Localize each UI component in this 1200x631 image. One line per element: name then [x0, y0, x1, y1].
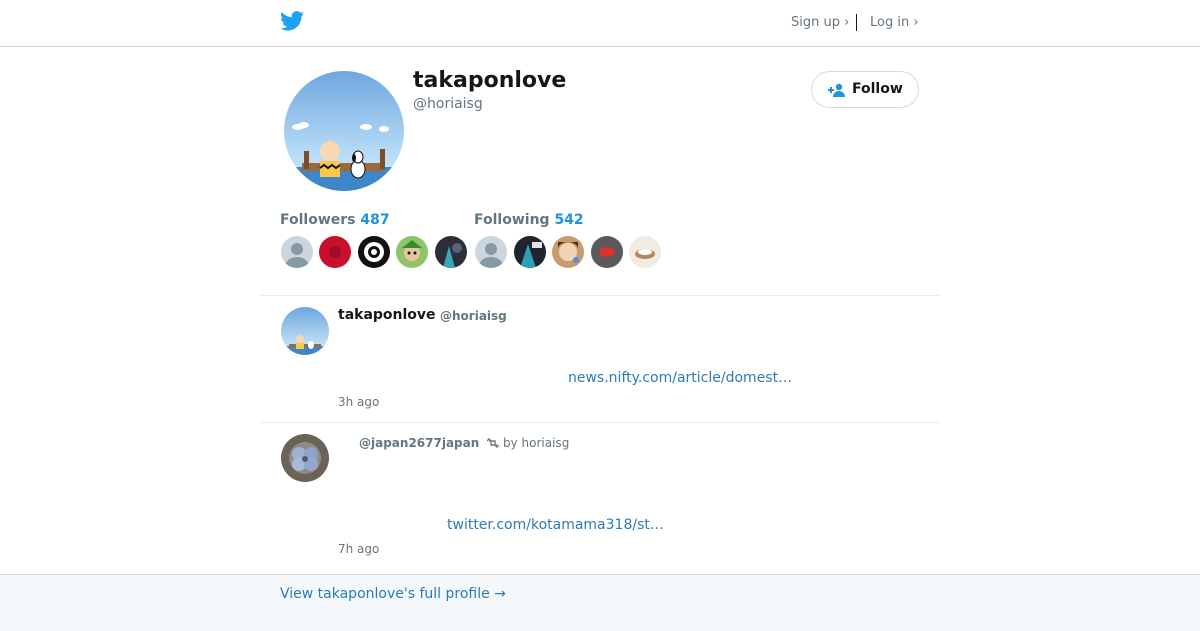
following-avatar[interactable] — [475, 236, 507, 268]
following-avatar[interactable] — [629, 236, 661, 268]
follow-label: Follow — [852, 81, 903, 97]
profile-name: takaponlove — [413, 68, 567, 93]
following-avatar[interactable] — [514, 236, 546, 268]
login-link[interactable]: Log in › — [870, 15, 919, 30]
followers-label: Followers — [280, 212, 356, 228]
view-full-profile-link[interactable]: View takaponlove's full profile → — [280, 586, 506, 602]
followers-stat[interactable]: Followers 487 — [280, 212, 390, 228]
separator — [260, 422, 940, 423]
separator — [260, 295, 940, 296]
follower-avatar[interactable] — [281, 236, 313, 268]
tweet-author-handle[interactable]: @horiaisg — [440, 309, 507, 323]
footer: View takaponlove's full profile → — [0, 574, 1200, 631]
tweet-avatar[interactable] — [281, 307, 329, 355]
following-label: Following — [474, 212, 550, 228]
follower-avatar[interactable] — [358, 236, 390, 268]
follow-button[interactable]: Follow — [811, 71, 919, 108]
retweet-original-handle[interactable]: @japan2677japan — [359, 436, 479, 450]
profile-handle: @horiaisg — [413, 96, 483, 112]
follower-avatar[interactable] — [396, 236, 428, 268]
follower-avatar[interactable] — [435, 236, 467, 268]
signup-link[interactable]: Sign up › — [791, 15, 849, 30]
tweet-link[interactable]: twitter.com/kotamama318/st… — [447, 517, 664, 533]
tweet-timestamp[interactable]: 3h ago — [338, 395, 379, 409]
profile-avatar — [284, 71, 404, 191]
following-stat[interactable]: Following 542 — [474, 212, 584, 228]
followers-count: 487 — [360, 212, 390, 228]
following-avatar[interactable] — [591, 236, 623, 268]
add-person-icon — [828, 83, 845, 97]
retweeted-by: by horiaisg — [503, 436, 570, 450]
follower-avatar[interactable] — [319, 236, 351, 268]
header-divider — [856, 14, 857, 31]
retweet-icon — [487, 438, 499, 448]
tweet-link[interactable]: news.nifty.com/article/domest… — [568, 370, 792, 386]
twitter-bird-icon[interactable] — [280, 11, 304, 31]
tweet-avatar[interactable] — [281, 434, 329, 482]
top-bar: Sign up › Log in › — [0, 0, 1200, 47]
tweet-timestamp[interactable]: 7h ago — [338, 542, 379, 556]
following-avatar[interactable] — [552, 236, 584, 268]
tweet-author-name[interactable]: takaponlove — [338, 307, 436, 323]
following-count: 542 — [554, 212, 584, 228]
